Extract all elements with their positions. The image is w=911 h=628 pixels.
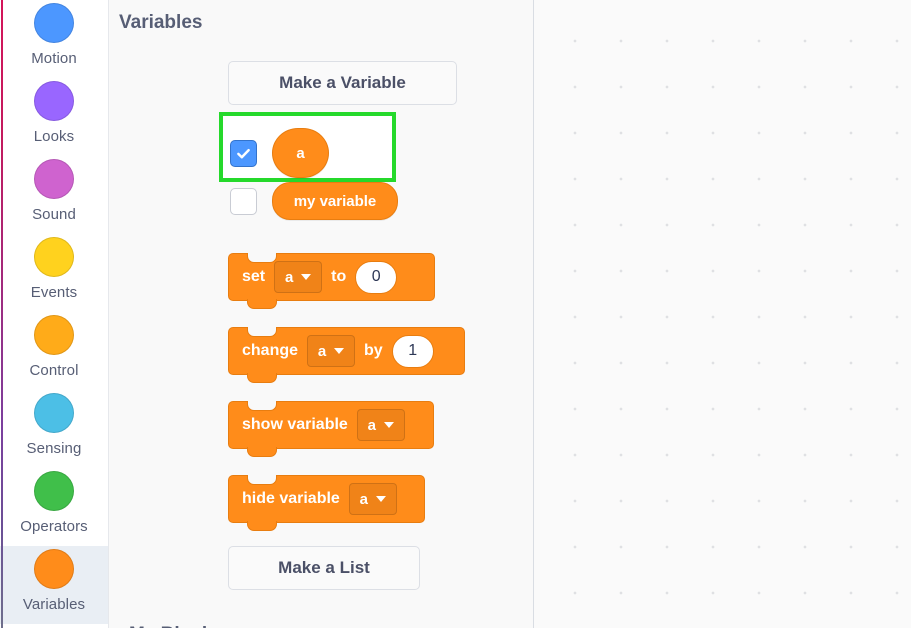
scratch-editor: Motion Looks Sound Events Control Sensin… <box>0 0 911 628</box>
block-show-variable[interactable]: show variable a <box>228 401 434 457</box>
set-variable-dropdown[interactable]: a <box>274 261 323 293</box>
chevron-down-icon <box>301 274 312 280</box>
sidebar-item-label: Control <box>29 362 79 379</box>
chevron-down-icon <box>384 422 394 428</box>
sidebar-item-motion[interactable]: Motion <box>0 0 108 78</box>
block-label: hide variable <box>242 490 340 507</box>
sensing-circle-icon <box>34 393 74 433</box>
block-label: change <box>242 342 299 359</box>
block-label: set <box>242 268 266 285</box>
make-a-variable-button[interactable]: Make a Variable <box>228 61 457 105</box>
block-label: to <box>331 268 347 285</box>
sidebar-item-label: Sensing <box>26 440 82 457</box>
sidebar-item-label: Variables <box>22 596 86 613</box>
variable-my-variable-checkbox[interactable] <box>230 187 257 215</box>
dropdown-value: a <box>284 268 294 286</box>
left-accent-strip <box>1 0 3 628</box>
block-label: by <box>364 342 383 359</box>
variable-reporter-my-variable[interactable]: my variable <box>272 182 398 220</box>
sidebar-item-label: Motion <box>31 50 77 67</box>
looks-circle-icon <box>34 81 74 121</box>
sidebar-item-sensing[interactable]: Sensing <box>0 390 108 468</box>
dropdown-value: a <box>317 342 327 360</box>
check-icon <box>237 148 250 158</box>
set-variable-value-input[interactable]: 0 <box>355 260 398 294</box>
variable-row-a-highlighted[interactable]: a <box>230 128 329 178</box>
sidebar-item-label: Looks <box>33 128 75 145</box>
motion-circle-icon <box>34 3 74 43</box>
sidebar-item-looks[interactable]: Looks <box>0 78 108 156</box>
dropdown-value: a <box>367 416 376 434</box>
block-palette[interactable]: Variables Make a Variable a my variable <box>109 0 534 628</box>
hide-variable-dropdown[interactable]: a <box>348 483 397 515</box>
variable-row-my-variable[interactable]: my variable <box>230 182 398 220</box>
variable-reporter-a-highlighted[interactable]: a <box>272 128 329 178</box>
chevron-down-icon <box>334 348 345 354</box>
sidebar-item-control[interactable]: Control <box>0 312 108 390</box>
sidebar-item-events[interactable]: Events <box>0 234 108 312</box>
block-hide-variable[interactable]: hide variable a <box>228 475 425 531</box>
make-a-list-button[interactable]: Make a List <box>228 546 420 590</box>
sidebar-item-label: Sound <box>32 206 76 223</box>
variable-a-checkbox-highlighted[interactable] <box>230 139 257 167</box>
category-sidebar: Motion Looks Sound Events Control Sensin… <box>0 0 109 628</box>
chevron-down-icon <box>376 496 386 502</box>
block-set-variable[interactable]: set a to 0 <box>228 253 435 309</box>
sidebar-item-operators[interactable]: Operators <box>0 468 108 546</box>
sidebar-item-label: Events <box>30 284 78 301</box>
block-label: show variable <box>242 416 348 433</box>
events-circle-icon <box>34 237 74 277</box>
variables-circle-icon <box>34 549 74 589</box>
control-circle-icon <box>34 315 74 355</box>
highlight-overlay-contents[interactable]: a <box>219 112 396 182</box>
change-variable-value-input[interactable]: 1 <box>391 334 434 368</box>
sidebar-item-label: Operators <box>20 518 88 535</box>
sidebar-item-sound[interactable]: Sound <box>0 156 108 234</box>
show-variable-dropdown[interactable]: a <box>356 409 405 441</box>
sound-circle-icon <box>34 159 74 199</box>
palette-section-heading-my-blocks: My Blocks <box>119 612 223 628</box>
change-variable-dropdown[interactable]: a <box>307 335 356 367</box>
workspace-canvas[interactable] <box>534 0 911 628</box>
block-change-variable[interactable]: change a by 1 <box>228 327 465 383</box>
operators-circle-icon <box>34 471 74 511</box>
dropdown-value: a <box>359 490 368 508</box>
palette-section-heading: Variables <box>119 12 203 33</box>
sidebar-item-variables[interactable]: Variables <box>0 546 108 624</box>
